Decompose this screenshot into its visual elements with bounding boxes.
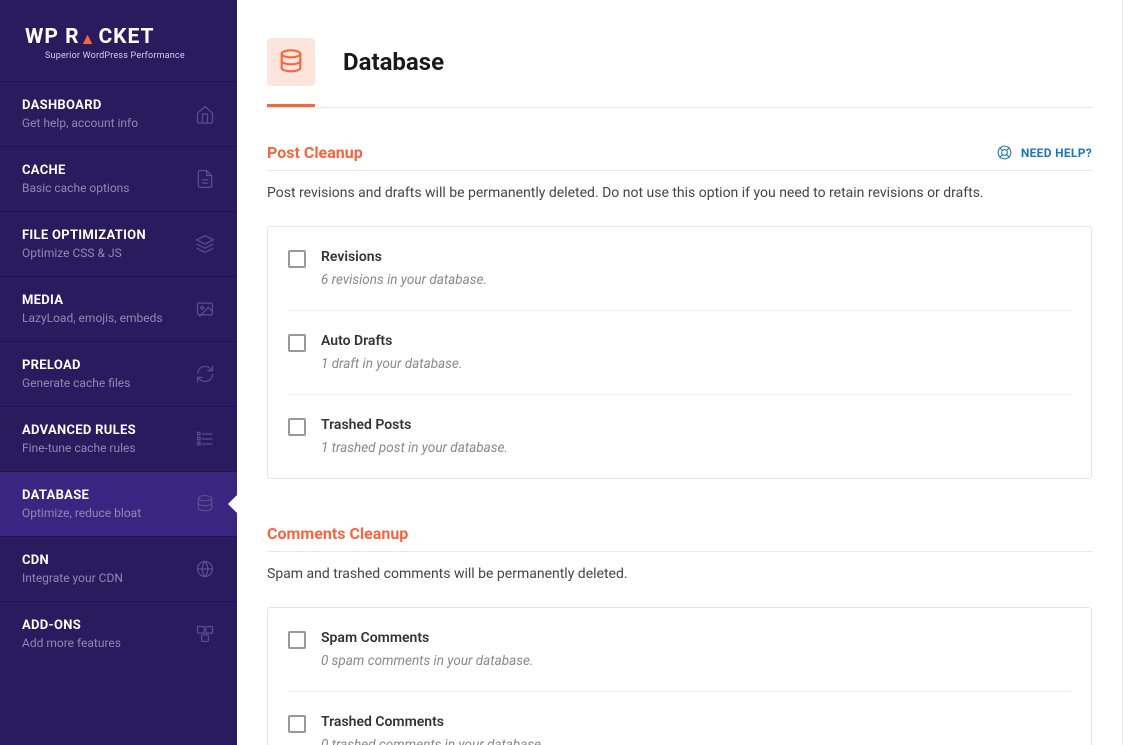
option-label: Revisions [321, 249, 487, 265]
globe-icon [195, 559, 215, 579]
option-box: Revisions 6 revisions in your database. … [267, 226, 1092, 479]
option-row: Trashed Comments 0 trashed comments in y… [288, 692, 1071, 745]
sidebar-item-label: CACHE [22, 163, 130, 178]
sidebar-item-cache[interactable]: CACHE Basic cache options [0, 146, 237, 211]
sidebar-item-sub: Get help, account info [22, 116, 138, 130]
sidebar-item-file-optimization[interactable]: FILE OPTIMIZATION Optimize CSS & JS [0, 211, 237, 276]
section: Comments Cleanup Spam and trashed commen… [237, 489, 1122, 745]
option-row: Auto Drafts 1 draft in your database. [288, 311, 1071, 395]
file-icon [195, 169, 215, 189]
logo-title: WP R▲CKET [25, 25, 212, 49]
option-sub: 1 trashed post in your database. [321, 440, 508, 456]
sidebar-item-sub: Add more features [22, 636, 121, 650]
option-checkbox[interactable] [288, 631, 306, 649]
section-description: Post revisions and drafts will be perman… [267, 185, 1092, 201]
option-label: Spam Comments [321, 630, 533, 646]
list-icon [195, 429, 215, 449]
sidebar-item-label: ADVANCED RULES [22, 423, 136, 438]
option-sub: 0 spam comments in your database. [321, 653, 533, 669]
sidebar-item-advanced-rules[interactable]: ADVANCED RULES Fine-tune cache rules [0, 406, 237, 471]
page-title: Database [343, 48, 444, 76]
sidebar-item-label: FILE OPTIMIZATION [22, 228, 146, 243]
main-content: Database Post Cleanup NEED HELP? Post re… [237, 0, 1123, 745]
sidebar-item-label: ADD-ONS [22, 618, 121, 633]
sidebar-item-label: MEDIA [22, 293, 163, 308]
option-label: Trashed Comments [321, 714, 545, 730]
option-sub: 6 revisions in your database. [321, 272, 487, 288]
help-icon [996, 144, 1013, 161]
option-label: Trashed Posts [321, 417, 508, 433]
page-header: Database [237, 0, 1122, 104]
sidebar-item-label: DASHBOARD [22, 98, 138, 113]
option-box: Spam Comments 0 spam comments in your da… [267, 607, 1092, 745]
sidebar-item-sub: Generate cache files [22, 376, 130, 390]
sidebar-item-sub: LazyLoad, emojis, embeds [22, 311, 163, 325]
sidebar-item-label: DATABASE [22, 488, 141, 503]
sidebar-item-database[interactable]: DATABASE Optimize, reduce bloat [0, 471, 237, 536]
logo: WP R▲CKET Superior WordPress Performance [0, 0, 237, 81]
option-row: Revisions 6 revisions in your database. [288, 227, 1071, 311]
home-icon [195, 104, 215, 124]
layers-icon [195, 234, 215, 254]
sidebar-item-add-ons[interactable]: ADD-ONS Add more features [0, 601, 237, 666]
image-icon [195, 299, 215, 319]
sidebar-item-preload[interactable]: PRELOAD Generate cache files [0, 341, 237, 406]
rocket-icon: ▲ [80, 29, 97, 49]
sidebar-item-sub: Fine-tune cache rules [22, 441, 136, 455]
sidebar-item-sub: Basic cache options [22, 181, 130, 195]
option-label: Auto Drafts [321, 333, 462, 349]
database-header-icon [267, 38, 315, 86]
cubes-icon [195, 624, 215, 644]
option-row: Trashed Posts 1 trashed post in your dat… [288, 395, 1071, 478]
option-sub: 0 trashed comments in your database. [321, 737, 545, 745]
section-title: Comments Cleanup [267, 524, 408, 543]
need-help-label: NEED HELP? [1021, 146, 1092, 160]
sidebar-item-label: CDN [22, 553, 123, 568]
section: Post Cleanup NEED HELP? Post revisions a… [237, 108, 1122, 489]
database-icon [195, 494, 215, 514]
refresh-icon [195, 364, 215, 384]
option-checkbox[interactable] [288, 250, 306, 268]
section-title: Post Cleanup [267, 143, 363, 162]
logo-subtitle: Superior WordPress Performance [45, 51, 212, 61]
sidebar-item-sub: Integrate your CDN [22, 571, 123, 585]
need-help-link[interactable]: NEED HELP? [996, 144, 1092, 161]
sidebar-item-cdn[interactable]: CDN Integrate your CDN [0, 536, 237, 601]
sidebar-item-sub: Optimize, reduce bloat [22, 506, 141, 520]
sidebar: WP R▲CKET Superior WordPress Performance… [0, 0, 237, 745]
option-checkbox[interactable] [288, 334, 306, 352]
option-row: Spam Comments 0 spam comments in your da… [288, 608, 1071, 692]
option-checkbox[interactable] [288, 418, 306, 436]
section-description: Spam and trashed comments will be perman… [267, 566, 1092, 582]
option-checkbox[interactable] [288, 715, 306, 733]
sidebar-item-dashboard[interactable]: DASHBOARD Get help, account info [0, 81, 237, 146]
sidebar-item-label: PRELOAD [22, 358, 130, 373]
option-sub: 1 draft in your database. [321, 356, 462, 372]
sidebar-item-media[interactable]: MEDIA LazyLoad, emojis, embeds [0, 276, 237, 341]
sidebar-item-sub: Optimize CSS & JS [22, 246, 146, 260]
